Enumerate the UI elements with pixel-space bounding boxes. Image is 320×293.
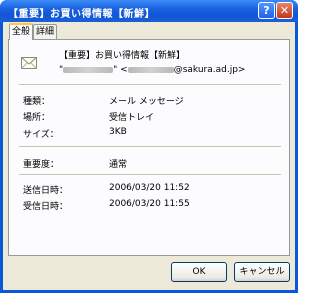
from-domain: @sakura.ad.jp> xyxy=(173,65,246,75)
sent-label: 送信日時： xyxy=(23,186,69,196)
type-value: メール メッセージ xyxy=(109,97,184,107)
divider xyxy=(19,174,281,175)
received-value: 2006/03/20 11:55 xyxy=(109,199,190,209)
from-suffix: " < xyxy=(113,65,128,75)
ok-button[interactable]: OK xyxy=(171,262,227,282)
importance-value: 通常 xyxy=(109,160,128,170)
sent-value: 2006/03/20 11:52 xyxy=(109,183,190,193)
message-from: " " < @sakura.ad.jp> xyxy=(59,65,245,75)
window-title: 【重要】お買い得情報【新鮮】 xyxy=(8,9,155,20)
dialog-body: 全般 詳細 【重要】お買い得情報【新鮮】 " " < @sakura.ad.jp> … xyxy=(3,22,295,290)
type-label: 種類： xyxy=(23,97,51,107)
size-label: サイズ： xyxy=(23,130,59,140)
importance-label: 重要度： xyxy=(23,160,60,170)
message-subject: 【重要】お買い得情報【新鮮】 xyxy=(59,51,186,61)
location-label: 場所： xyxy=(23,113,51,123)
divider xyxy=(19,84,281,85)
close-button[interactable]: ✕ xyxy=(276,2,293,19)
tab-details[interactable]: 詳細 xyxy=(33,24,57,39)
size-value: 3KB xyxy=(109,127,127,137)
received-label: 受信日時： xyxy=(23,202,69,212)
tab-general[interactable]: 全般 xyxy=(9,23,33,40)
cancel-button[interactable]: キャンセル xyxy=(234,262,290,282)
help-button[interactable]: ? xyxy=(258,2,275,19)
envelope-icon xyxy=(21,57,37,69)
properties-dialog: 【重要】お買い得情報【新鮮】 ? ✕ 全般 詳細 【重要】お買い得情報【新鮮】 … xyxy=(0,0,298,293)
general-panel: 【重要】お買い得情報【新鮮】 " " < @sakura.ad.jp> 種類： メー… xyxy=(8,39,290,256)
divider xyxy=(19,146,281,147)
title-bar[interactable]: 【重要】お買い得情報【新鮮】 ? ✕ xyxy=(0,0,298,22)
redacted-address xyxy=(127,66,174,73)
redacted-name xyxy=(63,66,114,73)
location-value: 受信トレイ xyxy=(109,113,155,123)
